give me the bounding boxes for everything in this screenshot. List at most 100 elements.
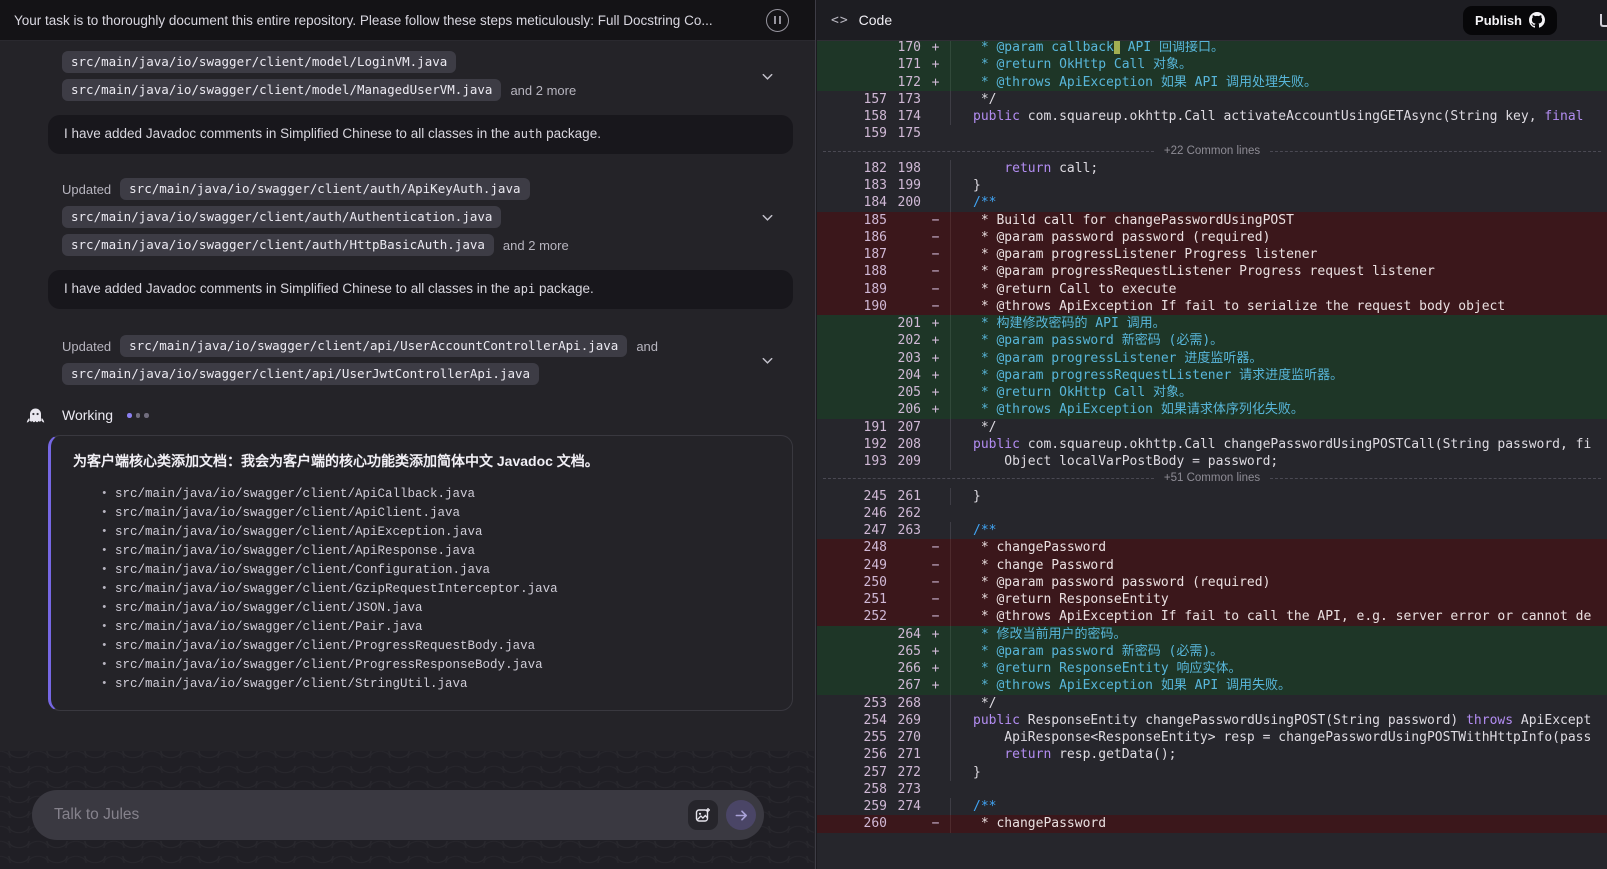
plan-heading: 为客户端核心类添加文档：我会为客户端的核心功能类添加简体中文 Javadoc 文… bbox=[73, 451, 774, 471]
message-text: package. bbox=[542, 126, 601, 141]
code-line: * changePassword bbox=[950, 815, 1607, 832]
file-chip[interactable]: src/main/java/io/swagger/client/api/User… bbox=[62, 363, 539, 385]
message-text: package. bbox=[535, 281, 594, 296]
chat-input[interactable] bbox=[54, 806, 688, 824]
diff-row-context: 247263/** bbox=[817, 522, 1607, 539]
card-file-item: src/main/java/io/swagger/client/Configur… bbox=[101, 561, 774, 580]
new-line-number: 262 bbox=[887, 505, 921, 522]
old-line-number: 256 bbox=[817, 746, 887, 763]
publish-button[interactable]: Publish bbox=[1463, 6, 1557, 35]
file-chip[interactable]: src/main/java/io/swagger/client/auth/Htt… bbox=[62, 234, 494, 256]
code-line: /** bbox=[950, 798, 1607, 815]
diff-row-removed: 260− * changePassword bbox=[817, 815, 1607, 832]
card-file-item: src/main/java/io/swagger/client/GzipRequ… bbox=[101, 580, 774, 599]
common-lines-divider: +51 Common lines bbox=[817, 470, 1607, 487]
diff-row-context: 253268 */ bbox=[817, 695, 1607, 712]
divider-dash bbox=[823, 478, 1154, 479]
code-line: * @return OkHttp Call 对象。 bbox=[950, 56, 1607, 73]
file-chip[interactable]: src/main/java/io/swagger/client/model/Ma… bbox=[62, 79, 501, 101]
diff-row-context: 258273 bbox=[817, 781, 1607, 798]
more-files-label[interactable]: and 2 more bbox=[503, 238, 569, 253]
file-chip[interactable]: src/main/java/io/swagger/client/auth/Api… bbox=[120, 178, 529, 200]
diff-row-removed: 190− * @throws ApiException If fail to s… bbox=[817, 298, 1607, 315]
change-marker: − bbox=[921, 574, 950, 591]
diff-row-context: 254269public ResponseEntity changePasswo… bbox=[817, 712, 1607, 729]
chevron-down-icon[interactable] bbox=[757, 66, 777, 86]
new-line-number: 203 bbox=[887, 350, 921, 367]
diff-row-removed: 187− * @param progressListener Progress … bbox=[817, 246, 1607, 263]
task-description: Your task is to thoroughly document this… bbox=[14, 13, 766, 28]
code-line: * @param password 新密码 (必需)。 bbox=[950, 332, 1607, 349]
card-file-item: src/main/java/io/swagger/client/StringUt… bbox=[101, 675, 774, 694]
new-line-number: 199 bbox=[887, 177, 921, 194]
code-line: /** bbox=[950, 522, 1607, 539]
chat-scroll-area[interactable]: src/main/java/io/swagger/client/model/Lo… bbox=[0, 41, 815, 869]
diff-row-added: 201+ * 构建修改密码的 API 调用。 bbox=[817, 315, 1607, 332]
code-line: * @param callback API 回调接口。 bbox=[950, 41, 1607, 56]
expand-panel-icon[interactable] bbox=[1600, 14, 1607, 27]
app-window: Your task is to thoroughly document this… bbox=[0, 0, 1607, 869]
and-label: and bbox=[636, 339, 658, 354]
more-files-label[interactable]: and 2 more bbox=[510, 83, 576, 98]
new-line-number: 174 bbox=[887, 108, 921, 125]
card-file-item: src/main/java/io/swagger/client/Pair.jav… bbox=[101, 618, 774, 637]
change-marker: + bbox=[921, 384, 950, 401]
old-line-number: 186 bbox=[817, 229, 887, 246]
new-line-number: 264 bbox=[887, 626, 921, 643]
chevron-down-icon[interactable] bbox=[757, 350, 777, 370]
diff-row-context: 191207 */ bbox=[817, 419, 1607, 436]
chevron-down-icon[interactable] bbox=[757, 207, 777, 227]
old-line-number: 249 bbox=[817, 557, 887, 574]
new-line-number: 201 bbox=[887, 315, 921, 332]
new-line-number: 175 bbox=[887, 125, 921, 142]
message-text: I have added Javadoc comments in Simplif… bbox=[64, 126, 514, 141]
new-line-number: 261 bbox=[887, 488, 921, 505]
diff-row-added: 172+ * @throws ApiException 如果 API 调用处理失… bbox=[817, 74, 1607, 91]
attach-image-button[interactable] bbox=[688, 800, 718, 830]
send-button[interactable] bbox=[726, 800, 756, 830]
change-marker: − bbox=[921, 539, 950, 556]
diff-row-added: 203+ * @param progressListener 进度监听器。 bbox=[817, 350, 1607, 367]
card-file-item: src/main/java/io/swagger/client/ApiClien… bbox=[101, 504, 774, 523]
working-status: Working bbox=[62, 407, 793, 423]
old-line-number: 184 bbox=[817, 194, 887, 211]
file-chip[interactable]: src/main/java/io/swagger/client/api/User… bbox=[120, 335, 627, 357]
new-line-number: 270 bbox=[887, 729, 921, 746]
code-line: return call; bbox=[950, 160, 1607, 177]
pause-button[interactable] bbox=[766, 9, 789, 32]
inline-code: api bbox=[514, 282, 536, 296]
new-line-number: 268 bbox=[887, 695, 921, 712]
file-group-api: Updated src/main/java/io/swagger/client/… bbox=[62, 335, 793, 385]
diff-row-added: 267+ * @throws ApiException 如果 API 调用失败。 bbox=[817, 677, 1607, 694]
new-line-number: 274 bbox=[887, 798, 921, 815]
change-marker: − bbox=[921, 246, 950, 263]
assistant-message: I have added Javadoc comments in Simplif… bbox=[48, 270, 793, 309]
diff-row-context: 183199} bbox=[817, 177, 1607, 194]
code-line: * @throws ApiException 如果 API 调用失败。 bbox=[950, 677, 1607, 694]
code-line: * @throws ApiException 如果 API 调用处理失败。 bbox=[950, 74, 1607, 91]
diff-row-context: 255270 ApiResponse<ResponseEntity> resp … bbox=[817, 729, 1607, 746]
change-marker: + bbox=[921, 41, 950, 56]
new-line-number: 207 bbox=[887, 419, 921, 436]
change-marker: + bbox=[921, 74, 950, 91]
new-line-number: 200 bbox=[887, 194, 921, 211]
change-marker: − bbox=[921, 608, 950, 625]
diff-row-added: 170+ * @param callback API 回调接口。 bbox=[817, 41, 1607, 56]
diff-row-added: 265+ * @param password 新密码 (必需)。 bbox=[817, 643, 1607, 660]
loading-dots-icon bbox=[127, 413, 149, 418]
card-file-item: src/main/java/io/swagger/client/ApiRespo… bbox=[101, 542, 774, 561]
plan-card: 为客户端核心类添加文档：我会为客户端的核心功能类添加简体中文 Javadoc 文… bbox=[48, 435, 793, 711]
code-panel: <> Code Publish 170+ * @param callback A… bbox=[817, 0, 1607, 869]
diff-row-removed: 188− * @param progressRequestListener Pr… bbox=[817, 263, 1607, 280]
divider-dash bbox=[823, 151, 1154, 152]
diff-row-context: 245261} bbox=[817, 488, 1607, 505]
code-line: public ResponseEntity changePasswordUsin… bbox=[950, 712, 1607, 729]
diff-row-context: 158174public com.squareup.okhttp.Call ac… bbox=[817, 108, 1607, 125]
file-chip[interactable]: src/main/java/io/swagger/client/auth/Aut… bbox=[62, 206, 501, 228]
code-line: * @param password password (required) bbox=[950, 574, 1607, 591]
diff-viewer[interactable]: 170+ * @param callback API 回调接口。171+ * @… bbox=[817, 41, 1607, 869]
publish-label: Publish bbox=[1475, 13, 1522, 28]
change-marker: + bbox=[921, 315, 950, 332]
file-chip[interactable]: src/main/java/io/swagger/client/model/Lo… bbox=[62, 51, 456, 73]
change-marker: − bbox=[921, 263, 950, 280]
